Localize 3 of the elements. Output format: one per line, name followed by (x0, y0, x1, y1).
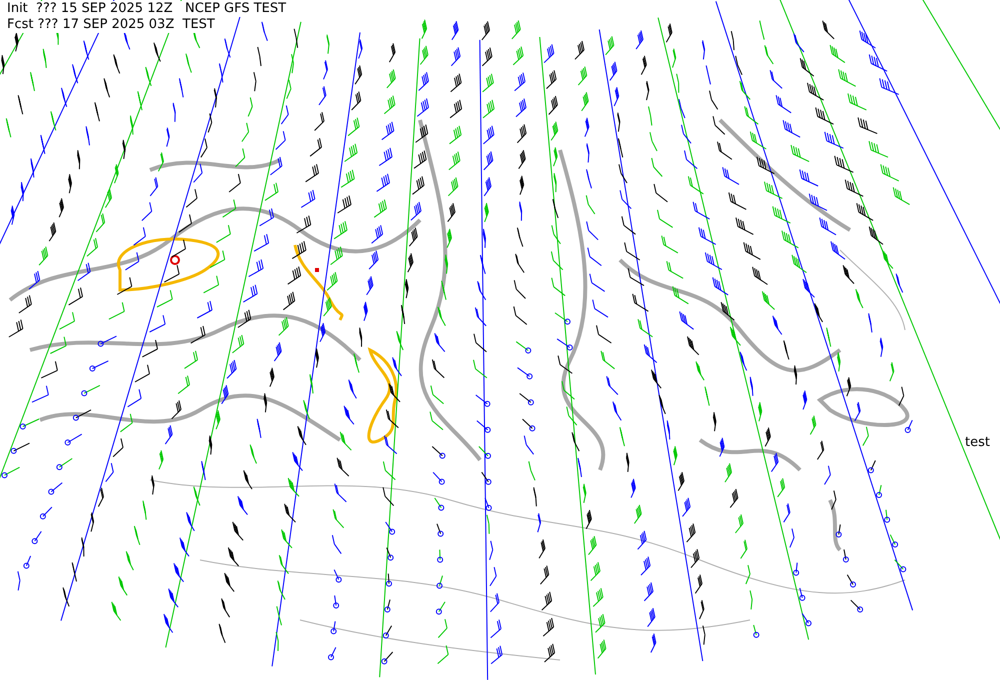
header-text: Init ??? 15 SEP 2025 12Z NCEP GFS TEST (7, 1, 286, 17)
header-text: Fcst ??? 17 SEP 2025 03Z TEST (7, 17, 215, 33)
side-label: test (965, 434, 990, 452)
